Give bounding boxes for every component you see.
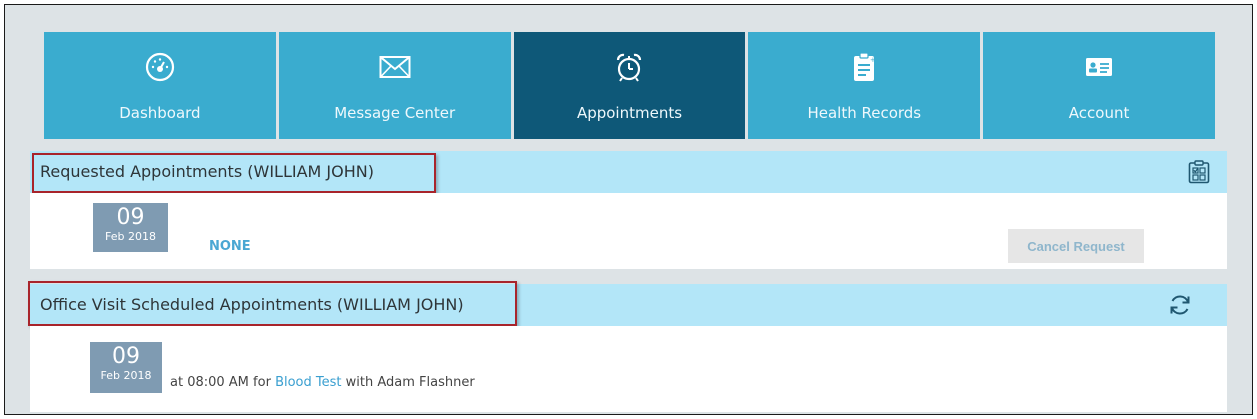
- requested-date-badge: 09 Feb 2018: [93, 203, 168, 252]
- scheduled-section-body: 09 Feb 2018 at 08:00 AM for Blood Test w…: [30, 326, 1227, 412]
- tab-dashboard[interactable]: Dashboard: [44, 32, 276, 139]
- appointment-for: for: [253, 375, 271, 390]
- svg-text:+: +: [870, 56, 876, 64]
- appointment-time: at 08:00 AM: [170, 375, 249, 390]
- clipboard-icon: +: [847, 50, 881, 84]
- tab-account[interactable]: Account: [983, 32, 1215, 139]
- tab-appointments-label: Appointments: [576, 104, 683, 122]
- alarm-clock-icon: [612, 50, 646, 84]
- tab-message-center-label: Message Center: [334, 104, 456, 122]
- envelope-icon: [378, 50, 412, 84]
- dashboard-icon: [143, 50, 177, 84]
- tab-health-records[interactable]: + Health Records: [748, 32, 981, 139]
- main-nav: Dashboard Message Center Appointments + …: [44, 32, 1215, 139]
- scheduled-title-highlight: [28, 281, 517, 326]
- checklist-calendar-icon[interactable]: [1188, 160, 1210, 188]
- scheduled-appointment-line: at 08:00 AM for Blood Test with Adam Fla…: [170, 375, 475, 390]
- tab-health-records-label: Health Records: [807, 104, 922, 122]
- scheduled-date-month: Feb 2018: [100, 369, 152, 382]
- refresh-icon[interactable]: [1168, 293, 1192, 321]
- id-card-icon: [1082, 50, 1116, 84]
- tab-appointments[interactable]: Appointments: [513, 32, 746, 139]
- tab-dashboard-label: Dashboard: [119, 104, 201, 122]
- requested-status: NONE: [209, 239, 251, 254]
- appointment-type-link[interactable]: Blood Test: [275, 375, 341, 390]
- cancel-request-button[interactable]: Cancel Request: [1008, 229, 1144, 263]
- tab-account-label: Account: [1068, 104, 1130, 122]
- requested-section-body: 09 Feb 2018 NONE Cancel Request: [30, 193, 1227, 269]
- appointment-provider: with Adam Flashner: [345, 375, 475, 390]
- requested-title-highlight: [32, 153, 436, 193]
- tab-message-center[interactable]: Message Center: [278, 32, 511, 139]
- requested-date-month: Feb 2018: [105, 230, 156, 243]
- requested-date-day: 09: [116, 205, 145, 230]
- scheduled-date-badge: 09 Feb 2018: [90, 342, 162, 393]
- scheduled-date-day: 09: [112, 344, 140, 369]
